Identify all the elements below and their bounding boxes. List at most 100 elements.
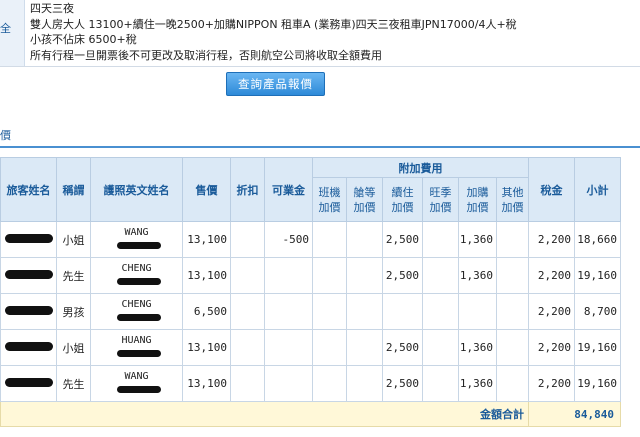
- passport-surname: CHENG: [121, 299, 152, 310]
- cell-passport-name: CHENG: [90, 257, 183, 294]
- cell-deductible: [264, 365, 313, 402]
- cell-deductible: [264, 257, 313, 294]
- passport-surname: HUANG: [121, 335, 152, 346]
- cell-tax: 2,200: [528, 329, 575, 366]
- redacted-name: [0, 257, 57, 294]
- cell-title: 男孩: [56, 293, 91, 330]
- header-tax: 稅金: [528, 157, 575, 222]
- cell-cabin: [346, 257, 383, 294]
- redacted-name: [0, 293, 57, 330]
- note-line: 四天三夜: [30, 2, 74, 15]
- cell-extend: [382, 293, 423, 330]
- cell-peak: [422, 257, 459, 294]
- cell-price: 13,100: [182, 257, 231, 294]
- cell-flight: [312, 365, 347, 402]
- info-side-tab: 全: [0, 0, 25, 66]
- table-row: 小姐 WANG 13,100 -500 2,500 1,360 2,200 18…: [0, 221, 621, 258]
- cell-discount: [230, 221, 265, 258]
- cell-other: [496, 293, 529, 330]
- cell-passport-name: CHENG: [90, 293, 183, 330]
- cell-tax: 2,200: [528, 365, 575, 402]
- cell-price: 13,100: [182, 329, 231, 366]
- cell-other: [496, 221, 529, 258]
- header-price: 售價: [182, 157, 231, 222]
- cell-flight: [312, 221, 347, 258]
- header-flight-surcharge: 班機 加價: [312, 177, 347, 222]
- cell-subtotal: 19,160: [574, 257, 621, 294]
- cell-cabin: [346, 365, 383, 402]
- cell-addon: [458, 293, 497, 330]
- cell-discount: [230, 365, 265, 402]
- table-row: 男孩 CHENG 6,500 2,200 8,700: [0, 293, 621, 330]
- cell-subtotal: 19,160: [574, 365, 621, 402]
- cell-other: [496, 365, 529, 402]
- cell-price: 13,100: [182, 365, 231, 402]
- cell-tax: 2,200: [528, 221, 575, 258]
- header-title: 稱謂: [56, 157, 91, 222]
- cell-cabin: [346, 329, 383, 366]
- cell-extend: 2,500: [382, 221, 423, 258]
- cell-extend: 2,500: [382, 329, 423, 366]
- query-price-button[interactable]: 查詢產品報價: [226, 72, 325, 96]
- header-cabin-surcharge: 艙等 加價: [346, 177, 383, 222]
- cell-cabin: [346, 293, 383, 330]
- header-passport-name: 護照英文姓名: [90, 157, 183, 222]
- redacted-name: [0, 329, 57, 366]
- cell-cabin: [346, 221, 383, 258]
- note-line: 雙人房大人 13100+續住一晚2500+加購NIPPON 租車A (業務車)四…: [30, 17, 517, 31]
- side-link[interactable]: 價: [0, 127, 11, 143]
- cell-extend: 2,500: [382, 257, 423, 294]
- cell-title: 先生: [56, 365, 91, 402]
- cell-deductible: -500: [264, 221, 313, 258]
- cell-passport-name: WANG: [90, 365, 183, 402]
- passport-surname: WANG: [124, 227, 149, 238]
- cell-other: [496, 329, 529, 366]
- cell-addon: 1,360: [458, 329, 497, 366]
- cell-flight: [312, 293, 347, 330]
- header-name: 旅客姓名: [0, 157, 57, 222]
- cell-subtotal: 8,700: [574, 293, 621, 330]
- table-row: 先生 CHENG 13,100 2,500 1,360 2,200 19,160: [0, 257, 621, 294]
- cell-passport-name: WANG: [90, 221, 183, 258]
- itinerary-notes: 四天三夜 雙人房大人 13100+續住一晚2500+加購NIPPON 租車A (…: [30, 1, 517, 63]
- cell-price: 13,100: [182, 221, 231, 258]
- cell-peak: [422, 329, 459, 366]
- header-extra-fees: 附加費用: [312, 157, 529, 178]
- header-deductible: 可業金: [264, 157, 313, 222]
- header-other-surcharge: 其他 加價: [496, 177, 529, 222]
- cell-discount: [230, 293, 265, 330]
- info-side-label: 全: [0, 22, 11, 35]
- cell-flight: [312, 329, 347, 366]
- redacted-name: [0, 221, 57, 258]
- itinerary-info-box: 全 四天三夜 雙人房大人 13100+續住一晚2500+加購NIPPON 租車A…: [0, 0, 640, 67]
- cell-discount: [230, 257, 265, 294]
- redacted-name: [0, 365, 57, 402]
- table-row: 小姐 HUANG 13,100 2,500 1,360 2,200 19,160: [0, 329, 621, 366]
- cell-deductible: [264, 293, 313, 330]
- note-line: 所有行程一旦開票後不可更改及取消行程，否則航空公司將收取全額費用: [30, 48, 382, 62]
- cell-addon: 1,360: [458, 221, 497, 258]
- total-row: 金額合計 84,840: [0, 401, 621, 427]
- cell-title: 先生: [56, 257, 91, 294]
- cell-subtotal: 19,160: [574, 329, 621, 366]
- cell-peak: [422, 365, 459, 402]
- passport-surname: WANG: [124, 371, 149, 382]
- header-peak-surcharge: 旺季 加價: [422, 177, 459, 222]
- passenger-price-table: 旅客姓名 稱謂 護照英文姓名 售價 折扣 可業金 附加費用 稅金 小計 班機 加…: [0, 157, 621, 427]
- header-subtotal: 小計: [574, 157, 621, 222]
- cell-addon: 1,360: [458, 257, 497, 294]
- cell-tax: 2,200: [528, 257, 575, 294]
- cell-passport-name: HUANG: [90, 329, 183, 366]
- total-label: 金額合計: [0, 401, 529, 427]
- cell-deductible: [264, 329, 313, 366]
- header-addon-surcharge: 加購 加價: [458, 177, 497, 222]
- cell-title: 小姐: [56, 221, 91, 258]
- cell-price: 6,500: [182, 293, 231, 330]
- cell-subtotal: 18,660: [574, 221, 621, 258]
- cell-title: 小姐: [56, 329, 91, 366]
- header-discount: 折扣: [230, 157, 265, 222]
- cell-other: [496, 257, 529, 294]
- table-row: 先生 WANG 13,100 2,500 1,360 2,200 19,160: [0, 365, 621, 402]
- header-extend-surcharge: 續住 加價: [382, 177, 423, 222]
- note-line: 小孩不佔床 6500+稅: [30, 33, 137, 46]
